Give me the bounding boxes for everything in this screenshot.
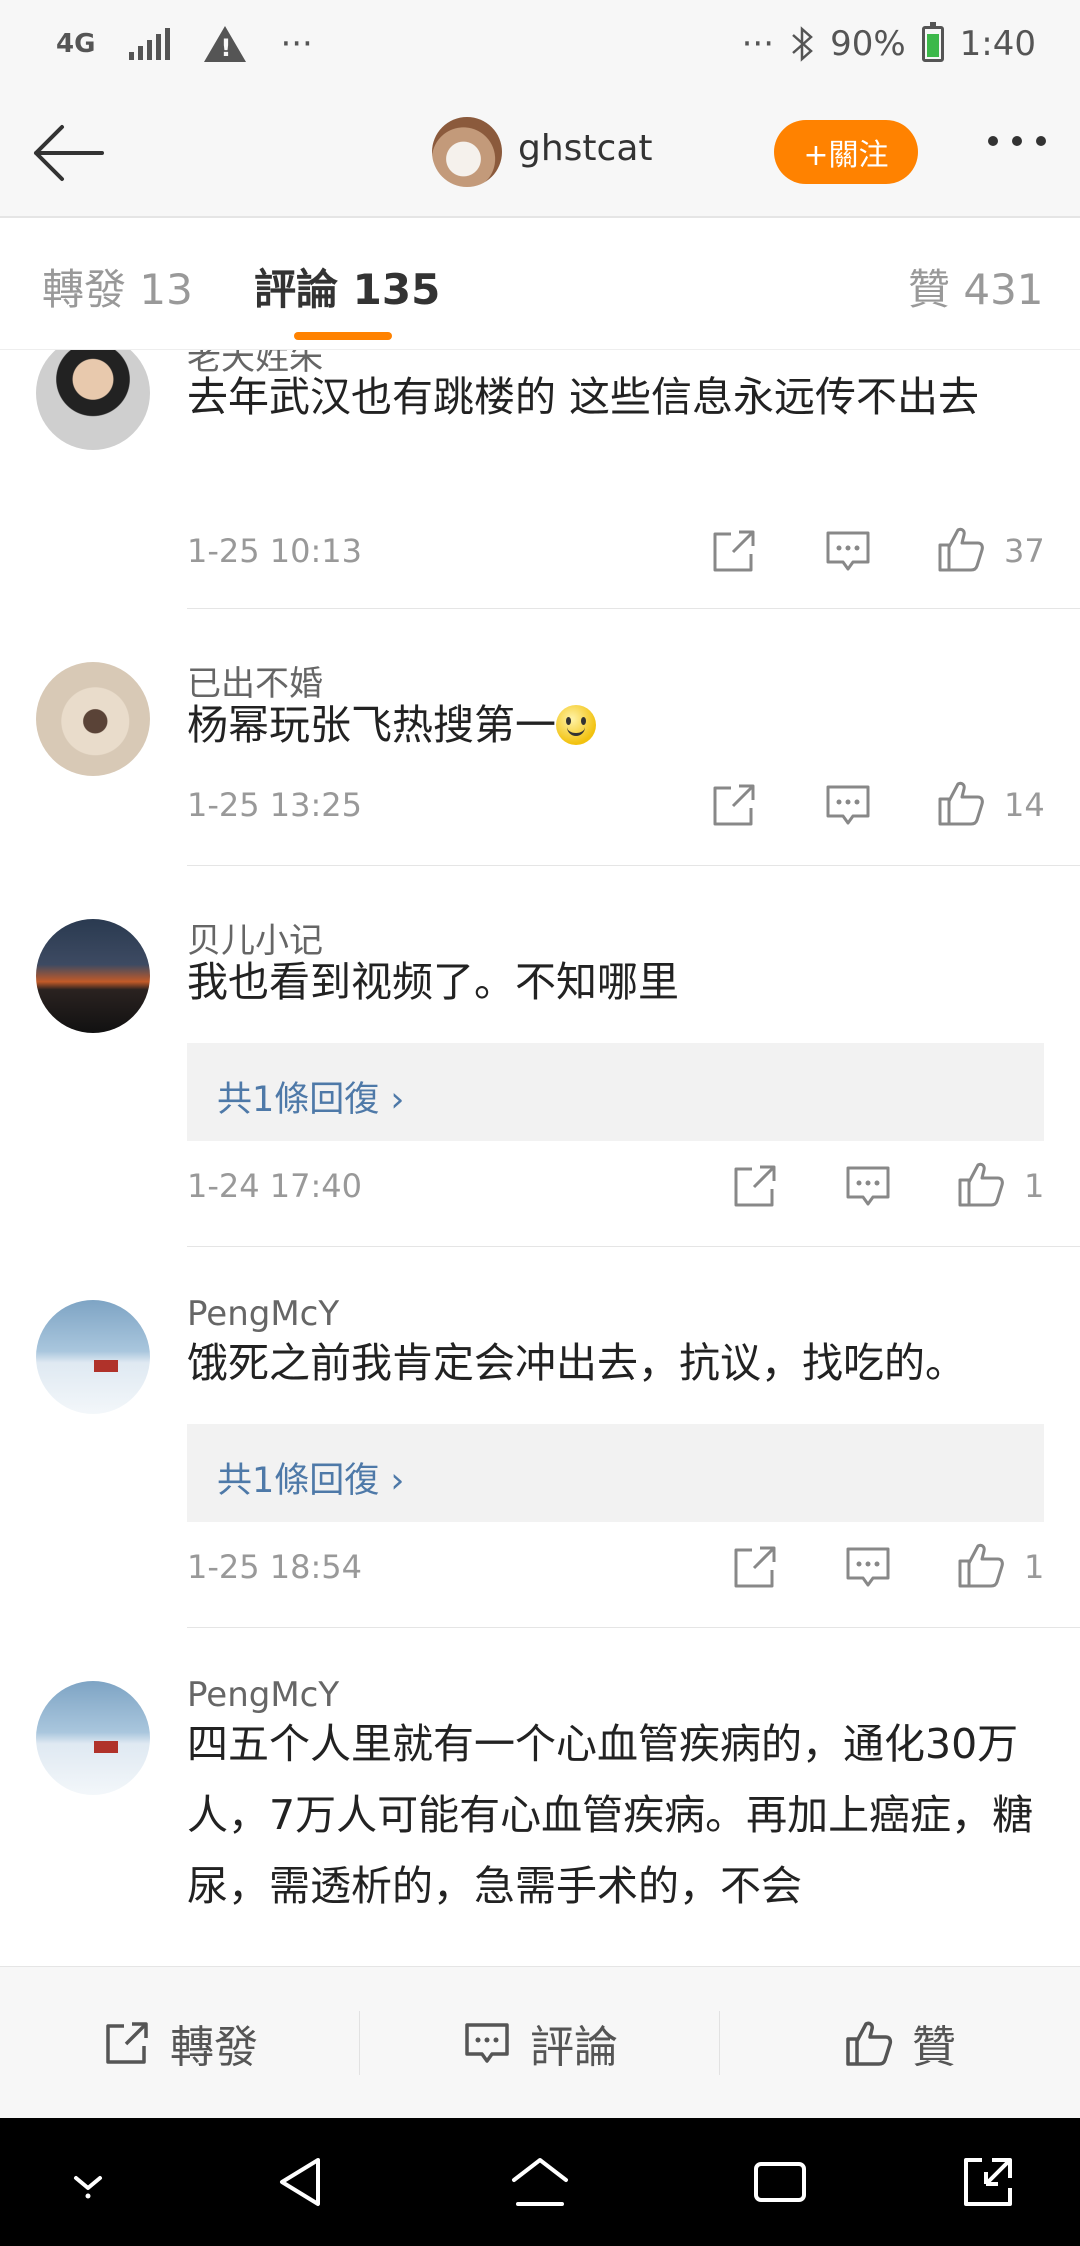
bluetooth-icon — [792, 26, 813, 62]
comment-item: 已出不婚 杨幂玩张飞热搜第一 1-25 13:25 14 — [0, 608, 1080, 866]
comment-icon — [465, 2023, 509, 2063]
like-count: 1 — [1024, 1548, 1045, 1586]
nav-home-icon[interactable] — [508, 2150, 572, 2214]
repost-button[interactable]: 轉發 — [0, 1967, 360, 2119]
signal-icon — [129, 28, 171, 60]
comment-icon[interactable] — [823, 780, 873, 830]
tab-comments[interactable]: 評論 135 — [254, 256, 440, 317]
comment-time: 1-25 10:13 — [187, 532, 363, 570]
comment-text: 我也看到视频了。不知哪里 — [187, 958, 679, 1006]
status-bar: 4G ··· ··· 90% 1:40 — [0, 0, 1080, 90]
comment-list[interactable]: 老天姓朱 去年武汉也有跳楼的 这些信息永远传不出去 1-25 10:13 37 … — [0, 350, 1080, 1966]
network-type: 4G — [56, 29, 96, 59]
commenter-avatar[interactable] — [36, 1681, 150, 1795]
thumbs-up-icon[interactable] — [936, 778, 986, 828]
nav-back-icon[interactable] — [270, 2150, 334, 2214]
expand-icon[interactable] — [956, 2150, 1020, 2214]
tab-likes[interactable]: 贊 431 — [908, 256, 1044, 317]
commenter-avatar[interactable] — [36, 662, 150, 776]
system-nav-bar — [0, 2118, 1080, 2246]
comment-time: 1-24 17:40 — [187, 1167, 363, 1205]
thumbs-up-icon — [846, 2021, 893, 2066]
comment-text: 杨幂玩张飞热搜第一 — [187, 690, 1047, 761]
follow-button[interactable]: +關注 — [774, 120, 918, 184]
like-count: 14 — [1004, 786, 1045, 824]
comment-icon[interactable] — [823, 526, 873, 576]
comment-icon[interactable] — [843, 1161, 893, 1211]
view-replies-link[interactable]: 共1條回復 › — [217, 1452, 404, 1503]
commenter-avatar[interactable] — [36, 1300, 150, 1414]
like-count: 1 — [1024, 1167, 1045, 1205]
thumbs-up-icon[interactable] — [956, 1540, 1006, 1590]
share-icon[interactable] — [709, 526, 759, 576]
comment-text: 饿死之前我肯定会冲出去，抗议，找吃的。 — [187, 1339, 966, 1387]
comment-label: 評論 — [530, 2022, 618, 2073]
comment-time: 1-25 13:25 — [187, 786, 363, 824]
share-icon[interactable] — [709, 780, 759, 830]
comment-item: PengMcY 四五个人里就有一个心血管疾病的，通化30万人，7万人可能有心血管… — [0, 1627, 1080, 1966]
share-icon[interactable] — [730, 1161, 780, 1211]
comment-time: 1-25 18:54 — [187, 1548, 363, 1586]
comment-icon[interactable] — [843, 1542, 893, 1592]
back-arrow-icon[interactable] — [28, 120, 108, 186]
like-count: 37 — [1004, 532, 1045, 570]
like-button[interactable]: 贊 — [720, 1967, 1080, 2119]
commenter-avatar[interactable] — [36, 919, 150, 1033]
comment-item: 老天姓朱 去年武汉也有跳楼的 这些信息永远传不出去 1-25 10:13 37 — [0, 350, 1080, 609]
comment-button[interactable]: 評論 — [360, 1967, 720, 2119]
like-label: 贊 — [912, 2022, 956, 2073]
top-header: ghstcat +關注 — [0, 90, 1080, 218]
comment-item: 贝儿小记 我也看到视频了。不知哪里 共1條回復 › 1-24 17:40 1 — [0, 865, 1080, 1247]
thumbs-up-icon[interactable] — [956, 1159, 1006, 1209]
smile-emoji-icon — [556, 705, 596, 745]
warning-icon — [204, 26, 247, 62]
repost-label: 轉發 — [170, 2022, 258, 2073]
notification-dots-right: ··· — [741, 24, 775, 64]
commenter-avatar[interactable] — [36, 350, 150, 450]
comment-item: PengMcY 饿死之前我肯定会冲出去，抗议，找吃的。 共1條回復 › 1-25… — [0, 1246, 1080, 1628]
notification-dots: ··· — [280, 24, 313, 64]
more-options-icon[interactable] — [988, 136, 1046, 146]
nav-recents-icon[interactable] — [748, 2150, 812, 2214]
reply-summary[interactable]: 共1條回復 › — [187, 1424, 1044, 1522]
comment-text: 四五个人里就有一个心血管疾病的，通化30万人，7万人可能有心血管疾病。再加上癌症… — [187, 1720, 1034, 1910]
tab-repost[interactable]: 轉發 13 — [42, 256, 193, 317]
comment-text-content: 杨幂玩张飞热搜第一 — [187, 701, 556, 749]
author-username[interactable]: ghstcat — [518, 128, 653, 169]
share-icon — [106, 2022, 148, 2064]
battery-percent: 90% — [830, 24, 906, 64]
clock: 1:40 — [959, 24, 1036, 64]
share-icon[interactable] — [730, 1542, 780, 1592]
active-tab-indicator — [294, 332, 392, 340]
bottom-action-bar: 轉發 評論 贊 — [0, 1966, 1080, 2118]
comment-text: 去年武汉也有跳楼的 这些信息永远传不出去 — [187, 373, 980, 421]
tab-bar: 轉發 13 評論 135 贊 431 — [0, 218, 1080, 350]
view-replies-link[interactable]: 共1條回復 › — [217, 1071, 404, 1122]
reply-summary[interactable]: 共1條回復 › — [187, 1043, 1044, 1141]
battery-icon — [921, 22, 944, 62]
chevron-down-icon[interactable] — [56, 2150, 120, 2214]
thumbs-up-icon[interactable] — [936, 524, 986, 574]
author-avatar[interactable] — [432, 117, 502, 187]
